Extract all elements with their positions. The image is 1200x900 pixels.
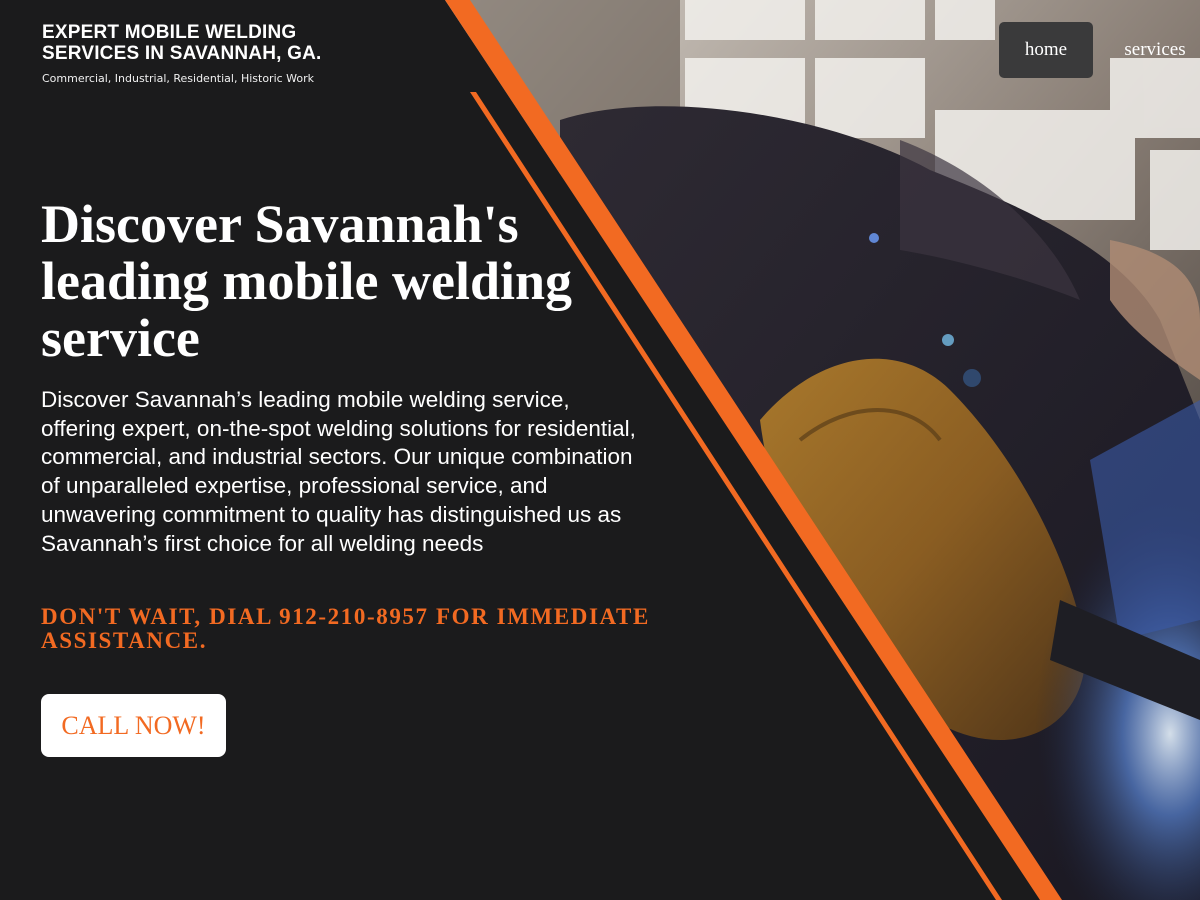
hero-headline: Discover Savannah's leading mobile weldi…: [41, 194, 573, 368]
brand-tagline: Commercial, Industrial, Residential, His…: [42, 72, 315, 85]
nav-home-link[interactable]: home: [999, 22, 1093, 78]
call-now-button[interactable]: CALL NOW!: [41, 694, 226, 757]
brand: EXPERT MOBILE WELDING SERVICES IN SAVANN…: [42, 22, 362, 85]
nav-services-link[interactable]: services: [1110, 22, 1200, 78]
brand-title: EXPERT MOBILE WELDING SERVICES IN SAVANN…: [42, 22, 322, 64]
hero-intro-text: Discover Savannah’s leading mobile weldi…: [41, 387, 636, 556]
phone-cta-text: Don't wait, dial 912-210-8957 for immedi…: [41, 604, 650, 653]
